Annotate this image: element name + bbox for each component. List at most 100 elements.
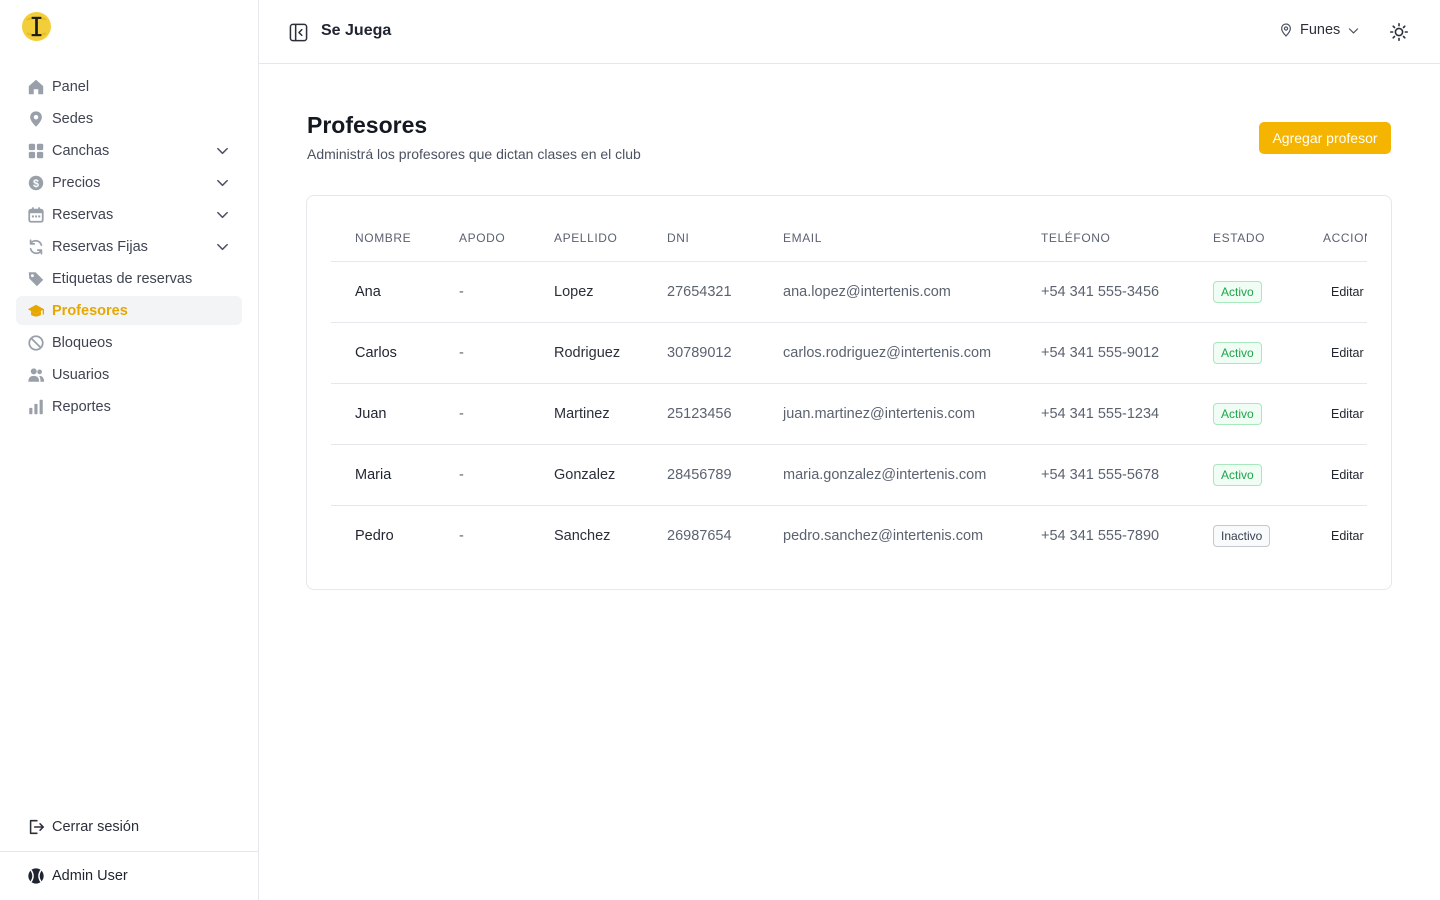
sidebar-item-label: Usuarios — [52, 366, 110, 383]
dollar-icon: $ — [27, 174, 45, 192]
cell-acciones: Editar — [1299, 444, 1367, 506]
cell-dni: 26987654 — [667, 527, 732, 544]
cell-apellido: Sanchez — [554, 527, 611, 544]
status-badge: Activo — [1213, 280, 1262, 303]
edit-button[interactable]: Editar — [1323, 468, 1364, 482]
sidebar-item-reservas-fijas[interactable]: Reservas Fijas — [16, 232, 242, 261]
cell-estado: Activo — [1189, 322, 1299, 384]
column-header-nombre[interactable]: NOMBRE — [331, 216, 435, 262]
sidebar-item-canchas[interactable]: Canchas — [16, 136, 242, 165]
cell-apodo: - — [435, 322, 530, 384]
table-row: Maria - Gonzalez 28456789 maria.gonzalez… — [331, 444, 1367, 506]
sidebar-nav: Panel Sedes Canchas $ Precios Reservas R… — [16, 72, 242, 424]
tag-icon — [27, 270, 45, 288]
sidebar-item-label: Precios — [52, 174, 101, 191]
sidebar-item-sedes[interactable]: Sedes — [16, 104, 242, 133]
cell-apodo: - — [435, 444, 530, 506]
location-selector[interactable]: Funes — [1279, 22, 1360, 38]
edit-button[interactable]: Editar — [1323, 346, 1364, 360]
chevron-down-icon[interactable] — [215, 143, 230, 158]
cell-dni: 30789012 — [643, 322, 759, 384]
cell-dni: 28456789 — [643, 444, 759, 506]
add-teacher-button[interactable]: Agregar profesor — [1259, 122, 1391, 154]
cell-dni: 25123456 — [643, 383, 759, 445]
edit-button[interactable]: Editar — [1323, 407, 1364, 421]
sidebar-item-panel[interactable]: Panel — [16, 72, 242, 101]
sidebar-item-label: Reservas — [52, 206, 114, 223]
ban-icon — [27, 334, 45, 352]
logout-button[interactable]: Cerrar sesión — [16, 812, 242, 841]
cell-apellido: Lopez — [530, 261, 643, 323]
app-title: Se Juega — [321, 22, 392, 39]
sidebar-item-label: Reportes — [52, 398, 111, 415]
sidebar-item-precios[interactable]: $ Precios — [16, 168, 242, 197]
cell-nombre: Carlos — [331, 322, 435, 384]
edit-button[interactable]: Editar — [1323, 285, 1364, 299]
sidebar: Panel Sedes Canchas $ Precios Reservas R… — [0, 0, 259, 900]
cell-apodo: - — [435, 261, 530, 323]
status-badge: Activo — [1213, 463, 1262, 486]
map-pin-icon — [27, 110, 45, 128]
cell-email: maria.gonzalez@intertenis.com — [759, 444, 1017, 506]
cell-estado: Activo — [1189, 444, 1299, 506]
cell-estado: Activo — [1189, 261, 1299, 323]
sidebar-item-etiquetas[interactable]: Etiquetas de reservas — [16, 264, 242, 293]
chevron-down-icon[interactable] — [215, 239, 230, 254]
column-header-dni[interactable]: DNI — [643, 216, 759, 262]
chevron-down-icon[interactable] — [215, 175, 230, 190]
cell-nombre: Ana — [331, 261, 435, 323]
cell-apellido: Martinez — [530, 383, 643, 445]
column-header-email[interactable]: EMAIL — [759, 216, 1017, 262]
cell-apellido: Gonzalez — [530, 444, 643, 506]
sidebar-item-bloqueos[interactable]: Bloqueos — [16, 328, 242, 357]
cell-telefono: +54 341 555-7890 — [1041, 527, 1160, 544]
sidebar-toggle-icon[interactable] — [289, 23, 308, 42]
page-subtitle: Administrá los profesores que dictan cla… — [307, 146, 641, 162]
sidebar-item-usuarios[interactable]: Usuarios — [16, 360, 242, 389]
column-header-apellido[interactable]: APELLIDO — [530, 216, 643, 262]
edit-button[interactable]: Editar — [1323, 529, 1364, 543]
cell-acciones: Editar — [1299, 261, 1367, 323]
cell-telefono: +54 341 555-9012 — [1017, 322, 1189, 384]
location-label: Funes — [1300, 22, 1341, 38]
table-header-row: NOMBRE APODO APELLIDO DNI EMAIL TELÉFONO… — [331, 216, 1367, 262]
sidebar-item-reservas[interactable]: Reservas — [16, 200, 242, 229]
table-row: Pedro - Sanchez 26987654 pedro.sanchez@i… — [331, 505, 1367, 561]
cell-telefono: +54 341 555-5678 — [1017, 444, 1189, 506]
app-logo-icon[interactable] — [21, 11, 52, 42]
column-header-estado[interactable]: ESTADO — [1189, 216, 1299, 262]
table-scroll-container[interactable]: NOMBRE APODO APELLIDO DNI EMAIL TELÉFONO… — [331, 216, 1367, 561]
cell-acciones: Editar — [1299, 383, 1367, 445]
page-title: Profesores — [307, 112, 428, 138]
sidebar-item-label: Etiquetas de reservas — [52, 270, 193, 287]
svg-text:$: $ — [33, 177, 39, 189]
user-menu[interactable]: Admin User — [0, 851, 259, 900]
tennis-ball-icon — [28, 868, 44, 884]
column-header-apodo[interactable]: APODO — [435, 216, 530, 262]
cell-apodo: - — [435, 383, 530, 445]
logout-icon — [29, 819, 44, 834]
cell-nombre: Maria — [331, 444, 435, 506]
sidebar-item-profesores[interactable]: Profesores — [16, 296, 242, 325]
map-pin-icon — [1281, 23, 1291, 37]
table-row: Juan - Martinez 25123456 juan.martinez@i… — [331, 383, 1367, 445]
cell-telefono: +54 341 555-1234 — [1017, 383, 1189, 445]
refresh-icon — [27, 238, 45, 256]
teachers-table: NOMBRE APODO APELLIDO DNI EMAIL TELÉFONO… — [331, 216, 1367, 561]
chevron-down-icon — [1349, 27, 1359, 34]
cell-email: ana.lopez@intertenis.com — [759, 261, 1017, 323]
sidebar-item-reportes[interactable]: Reportes — [16, 392, 242, 421]
cell-acciones: Editar — [1299, 322, 1367, 384]
column-header-telefono[interactable]: TELÉFONO — [1017, 216, 1189, 262]
cell-email: carlos.rodriguez@intertenis.com — [759, 322, 1017, 384]
column-header-acciones[interactable]: ACCIONES — [1299, 216, 1367, 262]
sidebar-item-label: Profesores — [52, 302, 128, 319]
sidebar-item-label: Sedes — [52, 110, 94, 127]
cell-estado: Activo — [1189, 383, 1299, 445]
chevron-down-icon[interactable] — [215, 207, 230, 222]
sidebar-item-label: Bloqueos — [52, 334, 113, 351]
sun-icon[interactable] — [1389, 22, 1409, 42]
logout-label: Cerrar sesión — [52, 818, 140, 835]
cell-telefono: +54 341 555-3456 — [1017, 261, 1189, 323]
cell-apellido: Rodriguez — [530, 322, 643, 384]
